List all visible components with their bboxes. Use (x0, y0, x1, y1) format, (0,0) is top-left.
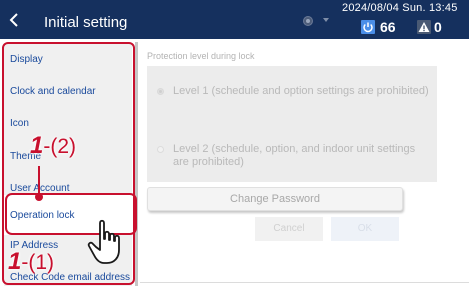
callout-connector (38, 166, 40, 194)
level-1-label: Level 1 (schedule and option settings ar… (173, 85, 429, 97)
step-1-1-label: 1-(1) (8, 250, 54, 275)
step-substep: -(2) (43, 135, 77, 158)
divider (140, 282, 469, 283)
ok-button[interactable]: OK (331, 217, 399, 241)
pointing-hand-icon (87, 219, 120, 264)
protection-level-heading: Protection level during lock (147, 51, 255, 61)
callout-dot (35, 193, 43, 201)
step-substep: -(1) (21, 251, 55, 274)
radio-selected-icon (157, 88, 164, 95)
status-indicator-icon (303, 16, 313, 26)
warning-icon (417, 20, 431, 34)
page-title: Initial setting (44, 14, 128, 31)
radio-unselected-icon (157, 146, 164, 153)
level-2-label: Level 2 (schedule, option, and indoor un… (173, 143, 416, 168)
power-icon (361, 20, 375, 34)
date-time: 2024/08/04 Sun. 13:45 (342, 2, 458, 14)
step-number: 1 (30, 132, 44, 159)
chevron-left-icon[interactable] (8, 12, 20, 28)
protection-level-options: Level 1 (schedule and option settings ar… (147, 66, 437, 182)
step-number: 1 (8, 248, 22, 275)
change-password-button[interactable]: Change Password (147, 187, 403, 211)
alert-count: 0 (434, 19, 442, 35)
power-count: 66 (380, 19, 396, 35)
caret-down-icon (323, 18, 329, 22)
step-1-2-label: 1-(2) (30, 134, 76, 159)
sidebar-scrollbar[interactable] (135, 42, 138, 286)
header-bar: Initial setting 2024/08/04 Sun. 13:45 66… (0, 0, 469, 39)
cancel-button[interactable]: Cancel (255, 217, 323, 241)
